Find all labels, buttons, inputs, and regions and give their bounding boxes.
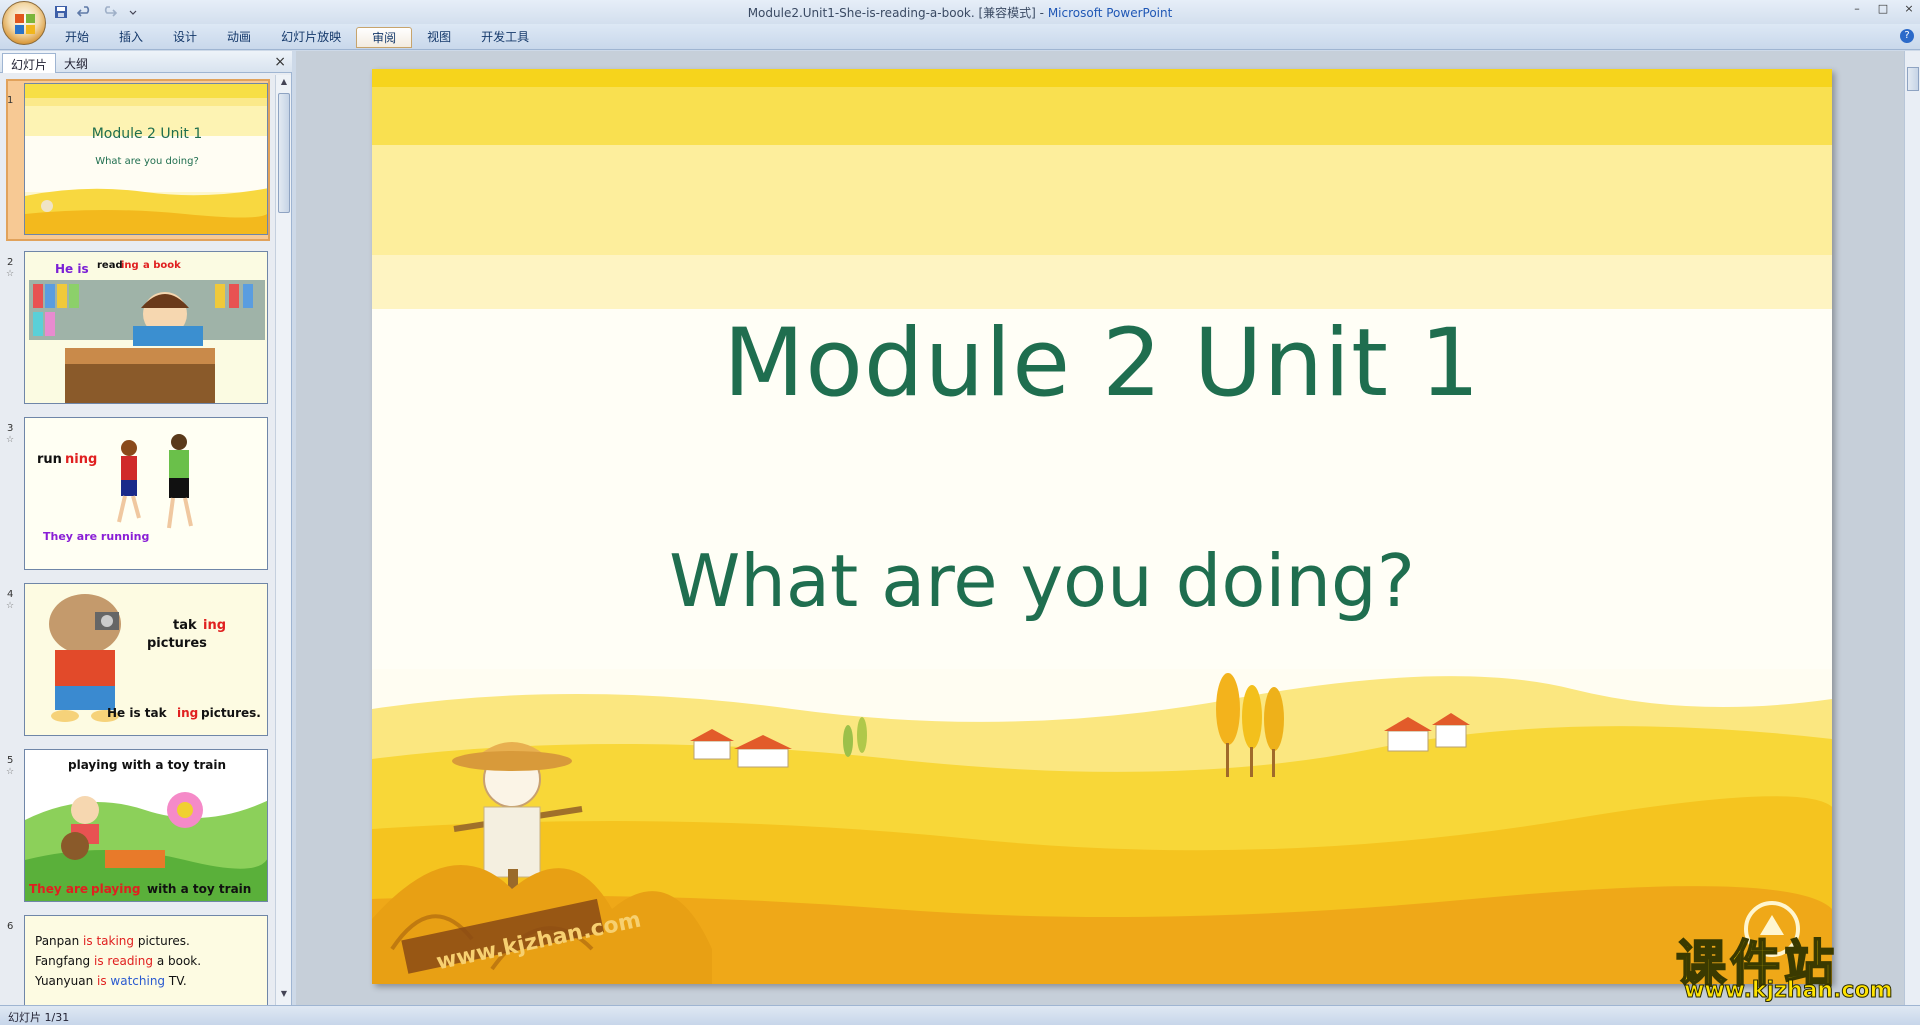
office-logo-icon: [15, 14, 35, 34]
thumb2-ing: ing: [121, 260, 139, 271]
tab-animations[interactable]: 动画: [212, 27, 266, 48]
canvas-scroll-thumb[interactable]: [1907, 67, 1919, 91]
scroll-thumb[interactable]: [278, 93, 290, 213]
animation-star-icon: ☆: [6, 767, 15, 777]
thumb4-pictures: pictures: [147, 636, 207, 651]
office-button[interactable]: [2, 1, 46, 45]
thumb5-cap-c: with a toy train: [147, 882, 252, 896]
thumbnail-slide-6[interactable]: Panpan is taking pictures. Fangfang is r…: [24, 915, 268, 1005]
thumb1-subtitle: What are you doing?: [95, 156, 199, 167]
slide-subtitle[interactable]: What are you doing?: [372, 539, 1772, 623]
thumb6-line-3: Yuanyuan is watching TV.: [35, 974, 187, 988]
title-bar: Module2.Unit1-She-is-reading-a-book. [兼容…: [0, 0, 1920, 24]
ribbon-tab-bar: 开始 插入 设计 动画 幻灯片放映 审阅 视图 开发工具 ?: [0, 24, 1920, 50]
thumbnail-number: 5: [7, 755, 14, 766]
thumb3-caption: They are running: [43, 530, 150, 543]
tab-slides[interactable]: 幻灯片: [2, 53, 57, 73]
thumb6-l1-name: Panpan: [35, 934, 84, 948]
slide-background-art: www.kjzhan.com: [372, 69, 1832, 984]
maximize-button[interactable]: □: [1876, 2, 1890, 16]
thumb6-line-2: Fangfang is reading a book.: [35, 954, 201, 968]
thumb6-l2-name: Fangfang: [35, 954, 94, 968]
thumb3-run: run: [37, 452, 62, 467]
tab-home[interactable]: 开始: [50, 27, 104, 48]
tab-insert[interactable]: 插入: [104, 27, 158, 48]
close-pane-icon[interactable]: ×: [274, 54, 286, 70]
thumb6-l2-is: is: [94, 954, 108, 968]
watermark-url: www.kjzhan.com: [1684, 978, 1894, 1004]
thumb6-l3-verb: watching: [110, 974, 169, 988]
slide-5-thumb-art: [25, 750, 267, 901]
slide-3-thumb-art: [25, 418, 267, 569]
tab-slideshow[interactable]: 幻灯片放映: [266, 27, 356, 48]
thumbnail-number: 4: [7, 589, 14, 600]
thumbnail-number: 3: [7, 423, 14, 434]
thumb2-read: read: [97, 260, 123, 271]
app-name: Microsoft PowerPoint: [1047, 6, 1173, 20]
slides-pane: 幻灯片 大纲 × 1 Module 2 Unit 1 What are you …: [0, 51, 292, 1005]
thumbnail-slide-4[interactable]: tak ing pictures He is tak ing pictures.: [24, 583, 268, 736]
thumbnail-number: 6: [7, 921, 14, 932]
site-watermark: 课件站 www.kjzhan.com: [1670, 924, 1910, 1004]
thumb2-he-is: He is: [55, 262, 89, 276]
animation-star-icon: ☆: [6, 601, 15, 611]
animation-star-icon: ☆: [6, 435, 15, 445]
scroll-down-icon[interactable]: ▼: [278, 989, 290, 1003]
thumbnail-slide-1[interactable]: Module 2 Unit 1 What are you doing?: [24, 83, 268, 235]
document-name: Module2.Unit1-She-is-reading-a-book. [兼容…: [747, 6, 1048, 20]
tab-developer[interactable]: 开发工具: [466, 27, 544, 48]
thumb4-caption-a: He is tak: [107, 706, 167, 720]
thumb5-cap-b: playing: [91, 882, 141, 896]
slide-editing-area: www.kjzhan.com Module 2 Unit 1 What are …: [296, 51, 1904, 1005]
pane-tabs: 幻灯片 大纲 ×: [0, 51, 292, 73]
thumb6-l3-is: is: [97, 974, 111, 988]
canvas-scrollbar[interactable]: [1904, 51, 1920, 1005]
thumbnail-number: 1: [7, 95, 14, 106]
thumb6-l3-obj: TV.: [168, 974, 187, 988]
current-slide[interactable]: www.kjzhan.com Module 2 Unit 1 What are …: [372, 69, 1832, 984]
thumb6-l2-verb: reading: [107, 954, 157, 968]
thumb5-cap-a: They are: [29, 882, 89, 896]
scroll-up-icon[interactable]: ▲: [278, 77, 290, 91]
slide-indicator: 幻灯片 1/31: [8, 1011, 70, 1024]
thumb4-caption-c: pictures.: [201, 706, 261, 720]
tab-review[interactable]: 审阅: [356, 27, 413, 48]
thumb6-line-1: Panpan is taking pictures.: [35, 934, 190, 948]
close-button[interactable]: ×: [1902, 2, 1916, 16]
tab-view[interactable]: 视图: [412, 27, 466, 48]
help-icon[interactable]: ?: [1900, 29, 1914, 43]
thumb6-l2-obj: a book.: [156, 954, 202, 968]
status-bar: 幻灯片 1/31: [0, 1005, 1920, 1025]
tab-design[interactable]: 设计: [158, 27, 212, 48]
thumbnail-slide-2[interactable]: He is read ing a book: [24, 251, 268, 404]
thumbnail-list: 1 Module 2 Unit 1 What are you doing? 2 …: [0, 75, 276, 1005]
thumb1-title: Module 2 Unit 1: [91, 126, 203, 142]
thumb3-ning: ning: [65, 452, 98, 467]
thumbnail-number: 2: [7, 257, 14, 268]
slide-title[interactable]: Module 2 Unit 1: [372, 309, 1832, 418]
thumb4-ing: ing: [203, 618, 227, 633]
thumb6-l1-obj: pictures.: [137, 934, 190, 948]
thumbnail-slide-3[interactable]: run ning They are running: [24, 417, 268, 570]
window-title: Module2.Unit1-She-is-reading-a-book. [兼容…: [0, 4, 1920, 21]
thumbnail-slide-5[interactable]: playing with a toy train They are playin…: [24, 749, 268, 902]
tab-outline[interactable]: 大纲: [56, 53, 96, 73]
thumb6-l3-name: Yuanyuan: [35, 974, 97, 988]
thumb4-tak: tak: [173, 618, 197, 633]
thumb5-top: playing with a toy train: [68, 758, 226, 772]
ribbon-tabs: 开始 插入 设计 动画 幻灯片放映 审阅 视图 开发工具: [50, 27, 544, 48]
thumb2-a-book: a book: [143, 260, 181, 271]
thumbnail-scrollbar[interactable]: ▲ ▼: [275, 75, 291, 1005]
minimize-button[interactable]: –: [1850, 2, 1864, 16]
window-controls: – □ ×: [1850, 2, 1916, 16]
animation-star-icon: ☆: [6, 269, 15, 279]
thumb4-caption-b: ing: [177, 706, 199, 720]
thumb6-l1-is: is: [83, 934, 97, 948]
thumb6-l1-verb: taking: [96, 934, 138, 948]
